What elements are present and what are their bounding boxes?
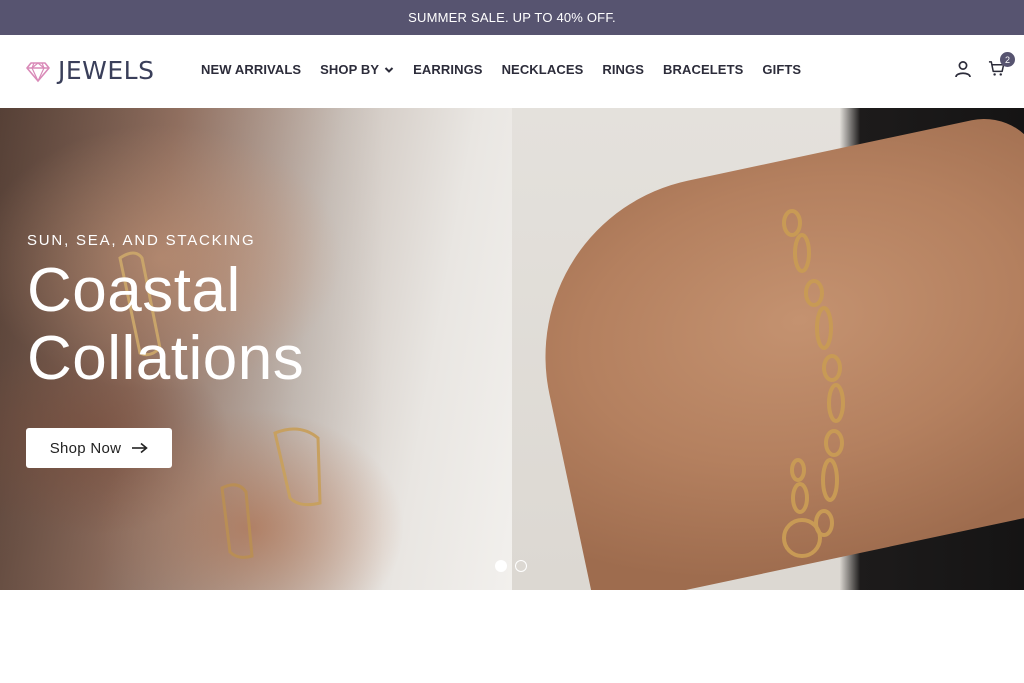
arrow-right-icon: [132, 442, 149, 454]
logo-text: JEWELS: [58, 56, 155, 85]
cart-count-badge: 2: [1000, 52, 1015, 67]
nav-necklaces[interactable]: NECKLACES: [502, 62, 584, 77]
nav-bracelets[interactable]: BRACELETS: [663, 62, 743, 77]
nav-shop-by[interactable]: SHOP BY: [320, 62, 394, 77]
content-below-hero: [0, 590, 1024, 683]
hero-headline: Coastal Collations: [27, 257, 407, 393]
nav-label: EARRINGS: [413, 62, 483, 77]
nav-rings[interactable]: RINGS: [602, 62, 644, 77]
nav-gifts[interactable]: GIFTS: [762, 62, 801, 77]
cart-button[interactable]: 2: [988, 52, 1015, 78]
main-nav: NEW ARRIVALS SHOP BY EARRINGS NECKLACES …: [201, 62, 820, 77]
hero-headline-line1: Coastal: [27, 256, 241, 325]
nav-new-arrivals[interactable]: NEW ARRIVALS: [201, 62, 301, 77]
nav-label: NECKLACES: [501, 62, 584, 77]
hero-image-bracelet: [512, 108, 1024, 590]
slide-dot-1[interactable]: [495, 560, 507, 572]
logo-link[interactable]: JEWELS: [26, 56, 154, 85]
shop-now-button[interactable]: Shop Now: [26, 428, 172, 468]
bracelet-illustration: [782, 209, 845, 558]
user-icon[interactable]: [954, 60, 972, 78]
hero-headline-line2: Collations: [27, 324, 305, 393]
nav-label: NEW ARRIVALS: [201, 62, 302, 77]
promo-text: SUMMER SALE. UP TO 40% OFF.: [408, 10, 616, 25]
hero-eyebrow: SUN, SEA, AND STACKING: [27, 232, 256, 249]
site-header: JEWELS NEW ARRIVALS SHOP BY EARRINGS NEC…: [0, 35, 1024, 108]
nav-earrings[interactable]: EARRINGS: [413, 62, 482, 77]
diamond-icon: [26, 59, 50, 83]
nav-label: GIFTS: [762, 62, 802, 77]
nav-label: RINGS: [602, 62, 645, 77]
chevron-down-icon: [384, 66, 394, 73]
slide-dot-2[interactable]: [515, 560, 527, 572]
hero-copy: SUN, SEA, AND STACKING Coastal Collation…: [27, 232, 407, 393]
slider-dots: [495, 560, 535, 572]
shop-now-label: Shop Now: [49, 439, 122, 457]
header-actions: 2: [954, 52, 1015, 78]
nav-label: BRACELETS: [663, 62, 744, 77]
nav-label: SHOP BY: [320, 62, 380, 77]
promo-bar: SUMMER SALE. UP TO 40% OFF.: [0, 0, 1024, 35]
hero-slider: SUN, SEA, AND STACKING Coastal Collation…: [0, 108, 1024, 590]
